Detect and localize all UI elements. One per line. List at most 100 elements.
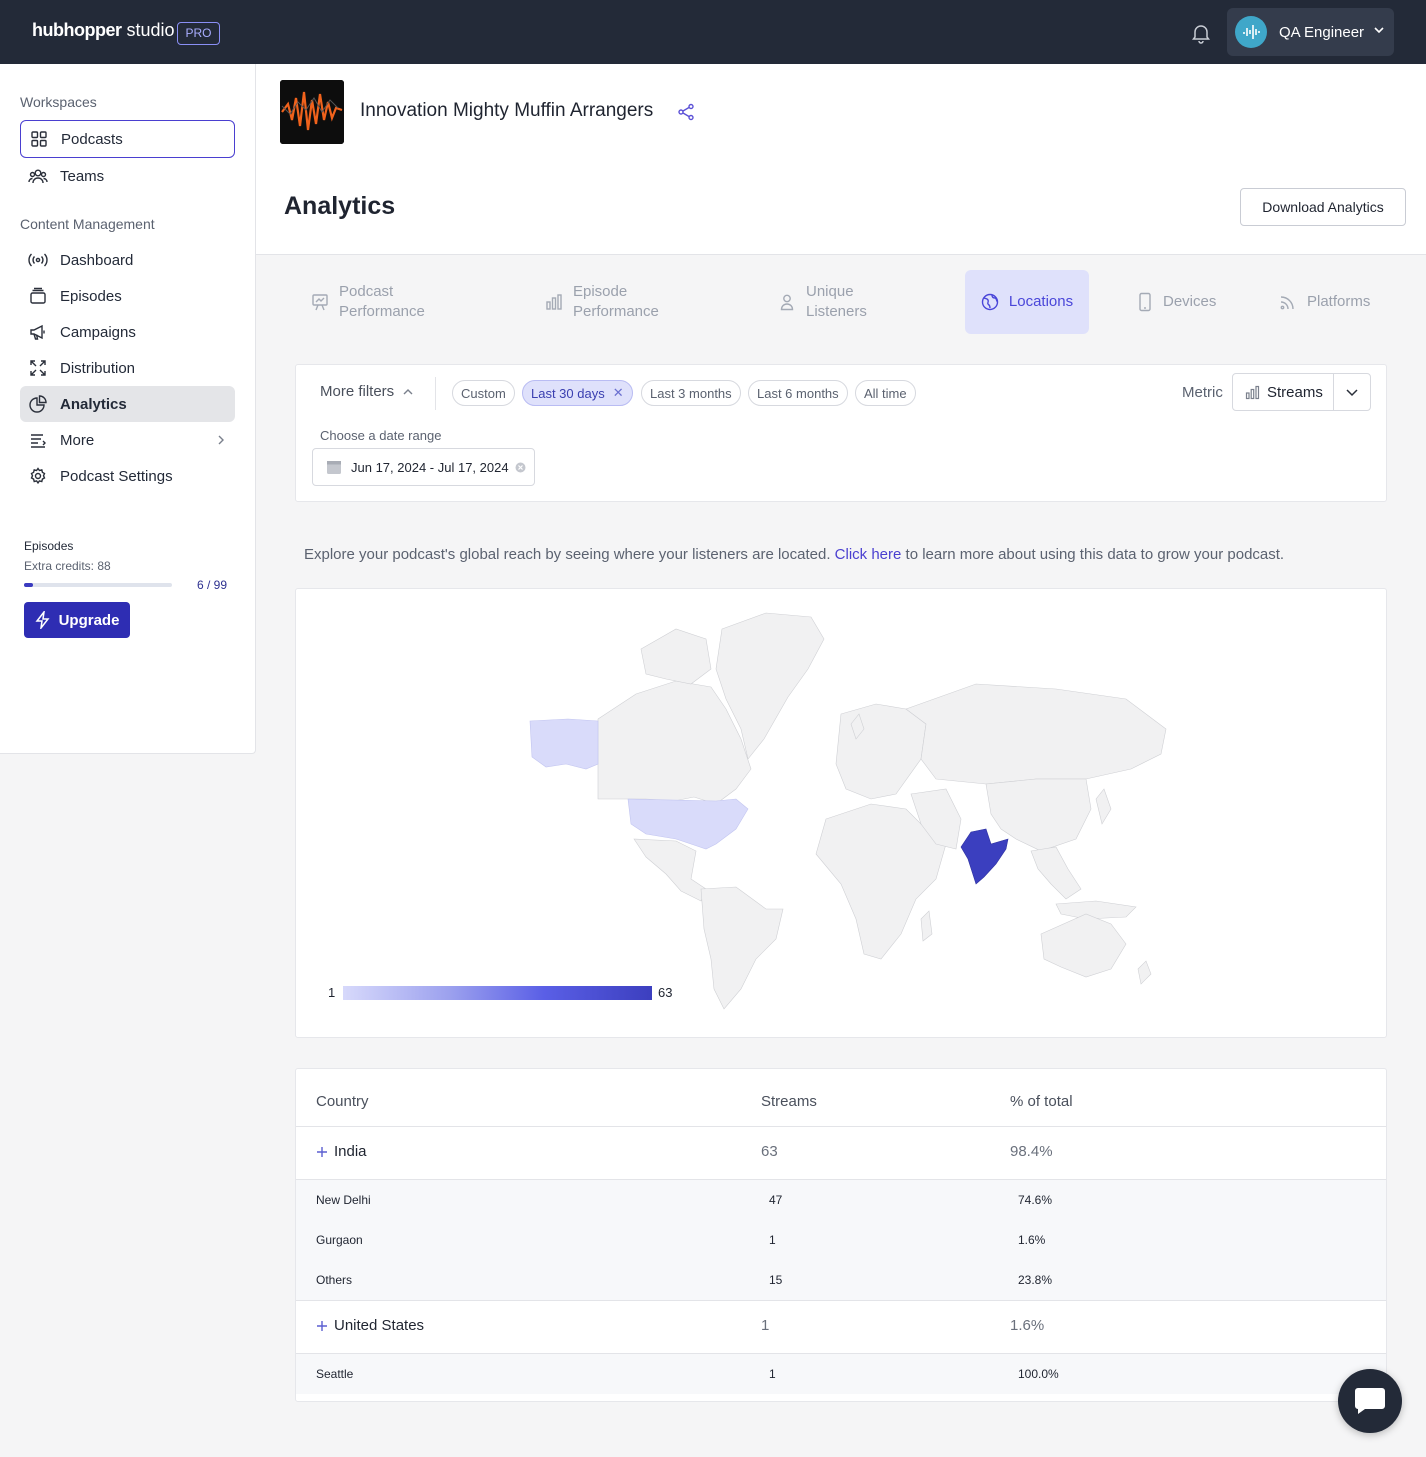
table-row[interactable]: United States 1 1.6% — [296, 1301, 1386, 1353]
episodes-count: 6 / 99 — [197, 578, 228, 592]
locations-table: Country Streams % of total India 63 98.4… — [295, 1068, 1387, 1402]
chip-label: All time — [864, 385, 907, 401]
tab-locations[interactable]: Locations — [965, 270, 1089, 334]
legend-gradient-bar — [343, 986, 652, 1000]
plus-icon[interactable] — [316, 1146, 328, 1158]
tab-episode-performance[interactable]: Episode Performance — [545, 270, 659, 334]
more-filters-label: More filters — [320, 383, 395, 400]
filters-panel: More filters Custom Last 30 days ✕ Last 3… — [295, 364, 1387, 502]
tab-label-line2: Performance — [573, 303, 659, 320]
sidebar-item-episodes[interactable]: Episodes — [20, 278, 235, 314]
country-streams: 1 — [761, 1317, 770, 1334]
date-range-picker[interactable]: Jun 17, 2024 - Jul 17, 2024 — [312, 448, 535, 486]
city-name: New Delhi — [316, 1193, 371, 1207]
tab-platforms[interactable]: Platforms — [1279, 270, 1370, 334]
sidebar-item-label: Teams — [60, 167, 105, 185]
chevron-down-icon — [1372, 23, 1386, 42]
pie-chart-icon — [28, 394, 48, 414]
grid-icon — [29, 129, 49, 149]
chip-last-30-days[interactable]: Last 30 days ✕ — [522, 380, 633, 406]
metric-label: Metric — [1182, 384, 1223, 401]
table-row[interactable]: India 63 98.4% — [296, 1127, 1386, 1179]
chip-all-time[interactable]: All time — [855, 380, 916, 406]
expand-icon — [28, 358, 48, 378]
sidebar-item-label: Dashboard — [60, 251, 134, 269]
list-item: Seattle 1 100.0% — [296, 1354, 1386, 1394]
megaphone-icon — [28, 322, 48, 342]
sidebar-item-campaigns[interactable]: Campaigns — [20, 314, 235, 350]
clear-icon[interactable] — [515, 462, 526, 473]
chip-last-3-months[interactable]: Last 3 months — [641, 380, 741, 406]
sidebar-item-distribution[interactable]: Distribution — [20, 350, 235, 386]
more-filters-toggle[interactable]: More filters — [320, 383, 414, 400]
country-name: India — [334, 1143, 367, 1160]
tab-label-line2: Listeners — [806, 303, 867, 320]
plus-icon[interactable] — [316, 1320, 328, 1332]
sidebar-item-label: Podcast Settings — [60, 467, 173, 485]
sidebar-item-analytics[interactable]: Analytics — [20, 386, 235, 422]
country-madagascar — [920, 910, 933, 942]
sidebar-item-dashboard[interactable]: Dashboard — [20, 242, 235, 278]
country-name: United States — [334, 1317, 425, 1334]
episodes-progress-fill — [24, 583, 33, 587]
list-item: Gurgaon 1 1.6% — [296, 1220, 1386, 1260]
upgrade-button[interactable]: Upgrade — [24, 602, 130, 638]
chip-custom[interactable]: Custom — [452, 380, 515, 406]
close-icon[interactable]: ✕ — [613, 385, 624, 401]
explore-text: Explore your podcast's global reach by s… — [304, 546, 831, 563]
city-percent: 1.6% — [1018, 1233, 1046, 1247]
phone-icon — [1137, 292, 1153, 312]
content-management-heading: Content Management — [20, 216, 155, 232]
podcast-title: Innovation Mighty Muffin Arrangers — [360, 100, 654, 121]
tab-label: Locations — [1008, 293, 1074, 310]
city-list: Seattle 1 100.0% — [296, 1354, 1386, 1394]
city-name: Others — [316, 1273, 353, 1287]
sidebar-item-podcast-settings[interactable]: Podcast Settings — [20, 458, 235, 494]
column-header-streams: Streams — [761, 1093, 817, 1110]
bar-chart-icon — [545, 293, 563, 311]
country-percent: 1.6% — [1010, 1317, 1045, 1334]
broadcast-icon — [28, 250, 48, 270]
country-japan — [1095, 788, 1112, 825]
sidebar-item-label: Podcasts — [61, 130, 123, 148]
date-range-value: Jun 17, 2024 - Jul 17, 2024 — [351, 459, 509, 475]
sidebar-item-more[interactable]: More — [20, 422, 235, 458]
legend-max: 63 — [658, 985, 673, 1000]
chevron-down-icon[interactable] — [1334, 385, 1370, 399]
people-icon — [28, 166, 48, 186]
gear-icon — [28, 466, 48, 486]
chip-label: Last 6 months — [757, 385, 839, 401]
sidebar: Workspaces Podcasts Teams Content Manage… — [0, 64, 256, 754]
city-percent: 100.0% — [1018, 1367, 1059, 1381]
bar-chart-icon — [1245, 385, 1260, 399]
country-india — [960, 828, 1009, 885]
tab-devices[interactable]: Devices — [1137, 270, 1216, 334]
stack-icon — [28, 286, 48, 306]
metric-select[interactable]: Streams — [1232, 373, 1371, 411]
country-australia — [1040, 913, 1127, 978]
calendar-icon — [326, 459, 342, 475]
world-map — [529, 612, 1167, 1010]
tab-podcast-performance[interactable]: Podcast Performance — [311, 270, 425, 334]
explore-text-suffix: to learn more about using this data to g… — [905, 546, 1285, 563]
chip-last-6-months[interactable]: Last 6 months — [748, 380, 848, 406]
sidebar-item-label: Campaigns — [60, 323, 136, 341]
chevron-up-icon — [403, 388, 413, 394]
globe-icon — [981, 293, 999, 311]
bell-icon[interactable] — [1189, 21, 1213, 45]
sidebar-item-teams[interactable]: Teams — [20, 158, 235, 194]
brand-logo[interactable]: hubhopper studio — [32, 20, 175, 41]
download-analytics-button[interactable]: Download Analytics — [1240, 188, 1406, 226]
chat-button[interactable] — [1338, 1369, 1402, 1433]
tab-unique-listeners[interactable]: Unique Listeners — [778, 270, 867, 334]
click-here-link[interactable]: Click here — [835, 546, 902, 563]
chevron-right-icon — [215, 433, 227, 450]
sidebar-item-podcasts[interactable]: Podcasts — [20, 120, 235, 158]
tab-label: Platforms — [1307, 293, 1371, 310]
share-icon[interactable] — [677, 103, 695, 126]
world-map-panel: 1 63 — [295, 588, 1387, 1038]
city-streams: 15 — [769, 1273, 783, 1287]
episodes-progress-bar — [24, 583, 172, 587]
country-china — [985, 778, 1092, 852]
user-menu-button[interactable]: QA Engineer — [1227, 8, 1394, 56]
